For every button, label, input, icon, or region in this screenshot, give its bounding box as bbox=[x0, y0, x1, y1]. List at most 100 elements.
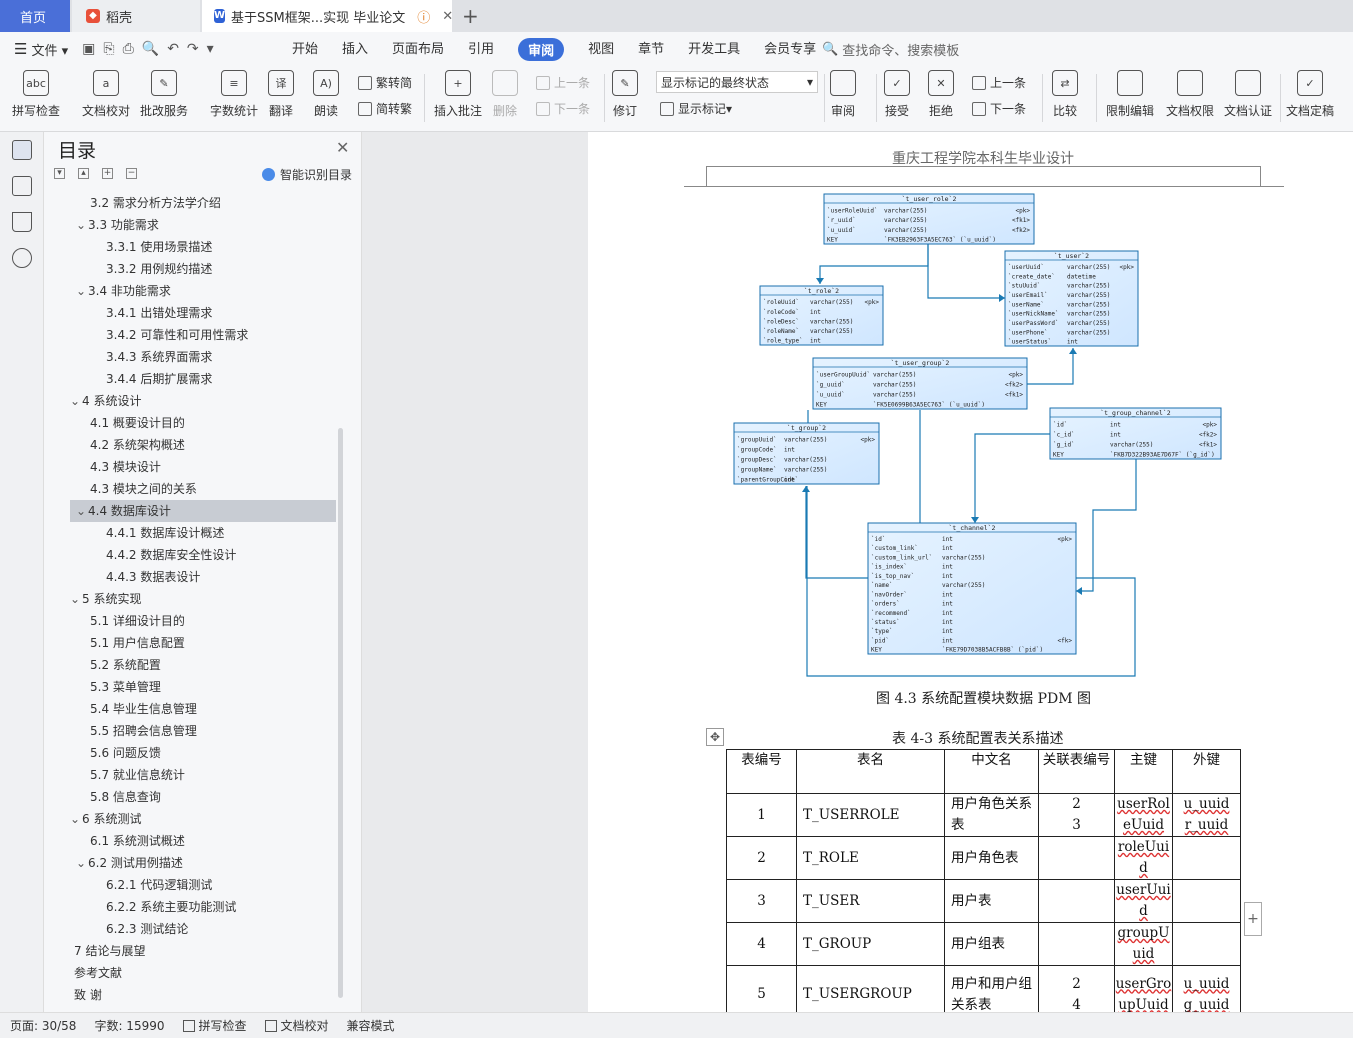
toc-item[interactable]: ⌄ 6.2 测试用例描述 bbox=[70, 852, 336, 874]
table-cell[interactable]: u_uuid r_uuid bbox=[1172, 793, 1241, 837]
toc-item[interactable]: ⌄ 3.3 功能需求 bbox=[70, 214, 336, 236]
toc-item[interactable]: 5.8 信息查询 bbox=[70, 786, 336, 808]
search-icon[interactable] bbox=[12, 248, 32, 268]
review-button[interactable]: 审阅 bbox=[830, 70, 856, 119]
tab-document[interactable]: W 基于SSM框架...实现 毕业论文 ⓘ ✕ bbox=[202, 0, 453, 32]
table-cell[interactable]: 2 3 bbox=[1038, 793, 1115, 837]
chapter-icon[interactable] bbox=[12, 176, 32, 196]
toc-item[interactable]: 6.2.3 测试结论 bbox=[70, 918, 336, 940]
toc-item[interactable]: ⌄ 4.4 数据库设计 bbox=[70, 500, 336, 522]
table-cell[interactable]: T_GROUP bbox=[796, 922, 945, 966]
restrict-editing-button[interactable]: 限制编辑 bbox=[1106, 70, 1154, 119]
table-cell[interactable]: 用户角色表 bbox=[944, 836, 1039, 880]
prev-comment-button[interactable]: 上一条 bbox=[536, 74, 590, 91]
spell-check-toggle[interactable]: 拼写检查 bbox=[182, 1017, 247, 1034]
toc-item[interactable]: 3.4.4 后期扩展需求 bbox=[70, 368, 336, 390]
toc-item[interactable]: 3.4.2 可靠性和可用性需求 bbox=[70, 324, 336, 346]
table-cell[interactable]: 3 bbox=[726, 879, 797, 923]
track-changes-button[interactable]: ✎ 修订 bbox=[612, 70, 638, 119]
toc-item[interactable]: 3.3.1 使用场景描述 bbox=[70, 236, 336, 258]
markup-state-select[interactable]: 显示标记的最终状态 ▾ bbox=[656, 71, 818, 93]
table-cell[interactable]: 2 bbox=[726, 836, 797, 880]
toc-item[interactable]: ⌄ 3.4 非功能需求 bbox=[70, 280, 336, 302]
collapse-all-icon[interactable]: − bbox=[126, 168, 137, 179]
chevron-down-icon[interactable]: ⌄ bbox=[76, 214, 88, 236]
toc-item[interactable]: 参考文献 bbox=[70, 962, 336, 984]
quick-access-toolbar[interactable]: ▣⎘⎙🔍↶↷▾ bbox=[82, 41, 222, 57]
table-cell[interactable]: 用户组表 bbox=[944, 922, 1039, 966]
toc-item[interactable]: 4.4.3 数据表设计 bbox=[70, 566, 336, 588]
hamburger-icon[interactable]: ☰ bbox=[14, 40, 27, 58]
toc-item[interactable]: 4.4.2 数据库安全性设计 bbox=[70, 544, 336, 566]
document-permission-button[interactable]: 文档权限 bbox=[1166, 70, 1214, 119]
toc-item[interactable]: 4.1 概要设计目的 bbox=[70, 412, 336, 434]
table-cell[interactable] bbox=[1172, 922, 1241, 966]
next-comment-button[interactable]: 下一条 bbox=[536, 100, 590, 117]
read-aloud-button[interactable]: A) 朗读 bbox=[313, 70, 339, 119]
menu-item-3[interactable]: 引用 bbox=[468, 38, 494, 61]
table-cell[interactable] bbox=[1038, 836, 1115, 880]
prev-revision-button[interactable]: 上一条 bbox=[972, 74, 1026, 91]
accept-button[interactable]: ✓ 接受 bbox=[884, 70, 910, 119]
toc-item[interactable]: 3.2 需求分析方法学介绍 bbox=[70, 192, 336, 214]
toc-item[interactable]: 4.3 模块设计 bbox=[70, 456, 336, 478]
table-cell[interactable]: 5 bbox=[726, 965, 797, 1012]
chevron-down-icon[interactable]: ⌄ bbox=[70, 808, 82, 830]
toc-item[interactable]: 6.1 系统测试概述 bbox=[70, 830, 336, 852]
delete-comment-button[interactable]: 删除 bbox=[492, 70, 518, 119]
proofread-button[interactable]: a 文档校对 bbox=[82, 70, 130, 119]
toc-item[interactable]: ⌄ 6 系统测试 bbox=[70, 808, 336, 830]
menu-item-0[interactable]: 开始 bbox=[292, 38, 318, 61]
table-cell[interactable]: u_uuid g_uuid bbox=[1172, 965, 1241, 1012]
toc-item[interactable]: 7 结论与展望 bbox=[70, 940, 336, 962]
table-cell[interactable] bbox=[1172, 836, 1241, 880]
reject-button[interactable]: ✕ 拒绝 bbox=[928, 70, 954, 119]
correction-service-button[interactable]: ✎ 批改服务 bbox=[140, 70, 188, 119]
word-count[interactable]: 字数: 15990 bbox=[94, 1017, 164, 1034]
relation-table[interactable]: 表编号 表名 中文名 关联表编号 主键 外键 1 T_USERROLE 用户角色关系表 2 3u… bbox=[726, 749, 1241, 1012]
toc-item[interactable]: 5.7 就业信息统计 bbox=[70, 764, 336, 786]
traditional-to-simplified-button[interactable]: 繁转简 bbox=[358, 74, 412, 91]
toc-item[interactable]: ⌄ 4 系统设计 bbox=[70, 390, 336, 412]
next-revision-button[interactable]: 下一条 bbox=[972, 100, 1026, 117]
toc-item[interactable]: 致 谢 bbox=[70, 984, 336, 1004]
table-cell[interactable]: roleUuid bbox=[1114, 836, 1173, 880]
table-cell[interactable]: 4 bbox=[726, 922, 797, 966]
table-cell[interactable] bbox=[1038, 922, 1115, 966]
chevron-down-icon[interactable]: ⌄ bbox=[76, 500, 88, 522]
finalize-document-button[interactable]: ✓ 文档定稿 bbox=[1286, 70, 1334, 119]
toc-item[interactable]: 4.3 模块之间的关系 bbox=[70, 478, 336, 500]
chevron-down-icon[interactable]: ⌄ bbox=[70, 390, 82, 412]
table-cell[interactable]: userGroupUuid bbox=[1114, 965, 1173, 1012]
table-cell[interactable]: 用户和用户组关系表 bbox=[944, 965, 1039, 1012]
chevron-down-icon[interactable]: ⌄ bbox=[70, 588, 82, 610]
toc-item[interactable]: 4.2 系统架构概述 bbox=[70, 434, 336, 456]
proofread-toggle[interactable]: 文档校对 bbox=[264, 1017, 329, 1034]
word-count-button[interactable]: ≡ 字数统计 bbox=[210, 70, 258, 119]
spell-check-button[interactable]: abc 拼写检查 bbox=[12, 70, 60, 119]
toc-item[interactable]: 5.1 详细设计目的 bbox=[70, 610, 336, 632]
close-icon[interactable]: ✕ bbox=[336, 138, 349, 157]
toc-item[interactable]: 3.4.3 系统界面需求 bbox=[70, 346, 336, 368]
insert-comment-button[interactable]: + 插入批注 bbox=[434, 70, 482, 119]
chevron-down-icon[interactable]: ⌄ bbox=[76, 280, 88, 302]
chevron-down-icon[interactable]: ⌄ bbox=[76, 852, 88, 874]
compare-button[interactable]: ⇄ 比较 bbox=[1052, 70, 1078, 119]
table-cell[interactable]: T_USERROLE bbox=[796, 793, 945, 837]
toc-item[interactable]: 5.3 菜单管理 bbox=[70, 676, 336, 698]
menu-item-4[interactable]: 审阅 bbox=[518, 37, 565, 61]
table-cell[interactable]: T_USERGROUP bbox=[796, 965, 945, 1012]
show-markup-button[interactable]: 显示标记 ▾ bbox=[660, 100, 732, 117]
table-cell[interactable]: groupUuid bbox=[1114, 922, 1173, 966]
document-auth-button[interactable]: 文档认证 bbox=[1224, 70, 1272, 119]
document-page[interactable]: 重庆工程学院本科生毕业设计 `t_user_role`2 `userRoleUui… bbox=[588, 132, 1353, 1012]
table-cell[interactable]: userUuid bbox=[1114, 879, 1173, 923]
menu-item-6[interactable]: 章节 bbox=[638, 38, 664, 61]
table-cell[interactable]: 用户表 bbox=[944, 879, 1039, 923]
toc-scrollbar[interactable] bbox=[338, 428, 343, 998]
menu-item-8[interactable]: 会员专享 bbox=[764, 38, 816, 61]
toc-item[interactable]: 3.4.1 出错处理需求 bbox=[70, 302, 336, 324]
toc-item[interactable]: 5.4 毕业生信息管理 bbox=[70, 698, 336, 720]
bookmark-icon[interactable] bbox=[12, 212, 32, 232]
table-move-handle-icon[interactable]: ✥ bbox=[706, 728, 724, 746]
